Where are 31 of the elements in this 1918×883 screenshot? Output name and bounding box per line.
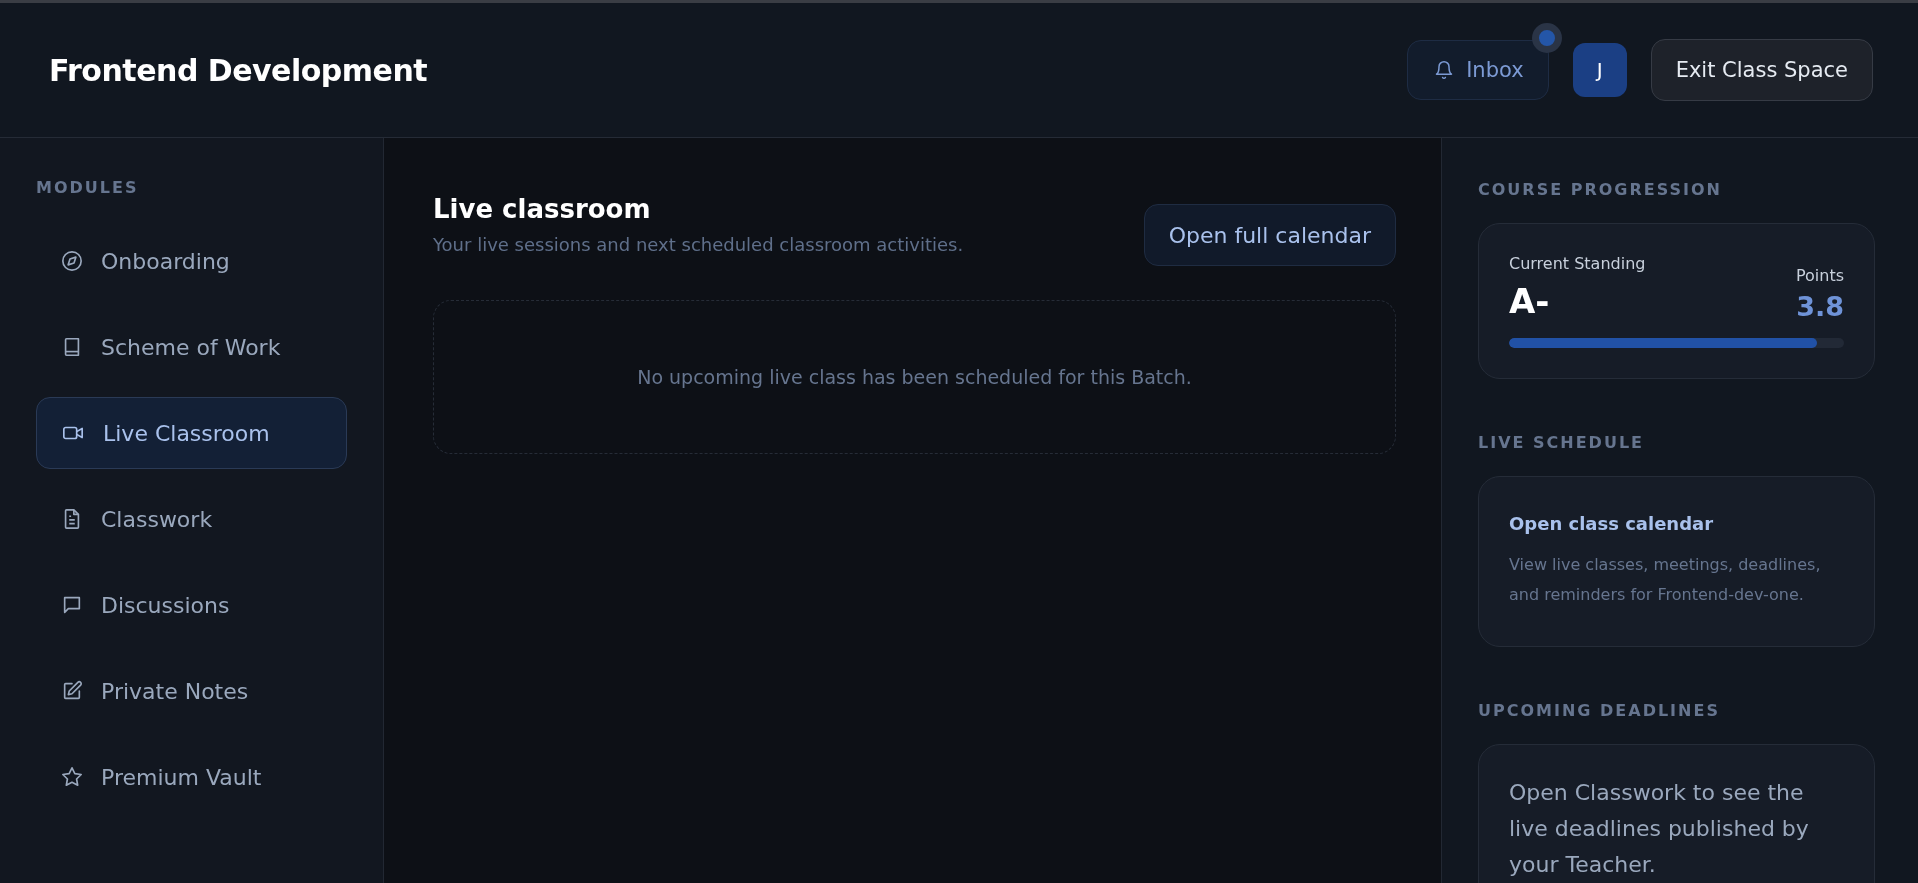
schedule-description: View live classes, meetings, deadlines, and reminders for Frontend-dev-one.: [1509, 554, 1822, 606]
grade-value: A-: [1509, 281, 1551, 321]
section-heading: COURSE PROGRESSION: [1478, 180, 1723, 199]
user-avatar[interactable]: J: [1572, 43, 1627, 97]
edit-icon: [61, 680, 83, 702]
sidebar-item[interactable]: Scheme of Work: [36, 311, 347, 383]
sidebar-item[interactable]: Premium Vault: [36, 741, 347, 813]
empty-state-message: No upcoming live class has been scheduled for this Batch.: [637, 366, 1192, 388]
star-icon: [61, 766, 83, 788]
standing-label: Current Standing: [1509, 254, 1646, 273]
open-full-calendar-button[interactable]: Open full calendar: [1143, 204, 1396, 266]
sidebar-heading: MODULES: [36, 178, 140, 197]
section-title: Live classroom: [433, 194, 652, 224]
chat-bubble-icon: [61, 594, 83, 616]
section-heading: UPCOMING DEADLINES: [1478, 701, 1721, 720]
deadlines-message: Open Classwork to see the live deadlines published by your Teacher.: [1509, 779, 1810, 879]
open-class-calendar-link[interactable]: Open class calendar: [1509, 513, 1844, 534]
exit-class-space-button[interactable]: Exit Class Space: [1650, 39, 1873, 101]
course-title: Frontend Development: [49, 52, 428, 88]
section-heading: LIVE SCHEDULE: [1478, 433, 1645, 452]
compass-icon: [61, 250, 83, 272]
sidebar-item[interactable]: Onboarding: [36, 225, 347, 297]
sidebar-item[interactable]: Discussions: [36, 569, 347, 641]
sidebar-item[interactable]: Private Notes: [36, 655, 347, 727]
bell-icon: [1434, 59, 1455, 81]
section-subtitle: Your live sessions and next scheduled classroom activities.: [433, 234, 964, 255]
points-label: Points: [1795, 266, 1844, 285]
sidebar-item[interactable]: Live Classroom: [36, 397, 347, 469]
sidebar-item[interactable]: Classwork: [36, 483, 347, 555]
points-value: 3.8: [1795, 291, 1844, 322]
inbox-button[interactable]: Inbox: [1407, 40, 1549, 100]
